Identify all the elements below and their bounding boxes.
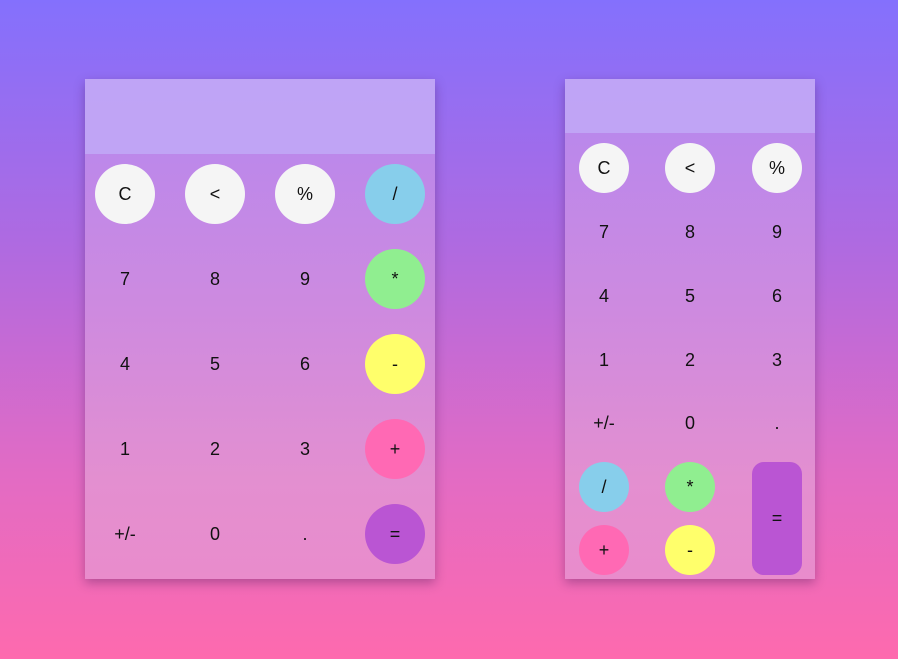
digit-7-button[interactable]: 7 <box>95 249 155 309</box>
calculator-narrow: C < % 7 8 9 4 5 6 1 2 3 +/- 0 . / * = + … <box>565 79 815 579</box>
digit-2-button[interactable]: 2 <box>185 419 245 479</box>
add-button[interactable]: + <box>579 525 629 575</box>
digit-9-button[interactable]: 9 <box>752 207 802 257</box>
digit-5-button[interactable]: 5 <box>185 334 245 394</box>
digit-8-button[interactable]: 8 <box>185 249 245 309</box>
digit-7-button[interactable]: 7 <box>579 207 629 257</box>
percent-button[interactable]: % <box>275 164 335 224</box>
digit-9-button[interactable]: 9 <box>275 249 335 309</box>
digit-0-button[interactable]: 0 <box>665 398 715 448</box>
decimal-button[interactable]: . <box>752 398 802 448</box>
digit-1-button[interactable]: 1 <box>579 335 629 385</box>
calculator-display <box>565 79 815 133</box>
digit-2-button[interactable]: 2 <box>665 335 715 385</box>
calculator-display <box>85 79 435 154</box>
digit-5-button[interactable]: 5 <box>665 271 715 321</box>
digit-3-button[interactable]: 3 <box>752 335 802 385</box>
clear-button[interactable]: C <box>95 164 155 224</box>
backspace-button[interactable]: < <box>665 143 715 193</box>
backspace-button[interactable]: < <box>185 164 245 224</box>
calculator-wide: C < % / 7 8 9 * 4 5 6 - 1 2 3 + +/- 0 . … <box>85 79 435 579</box>
equals-button[interactable]: = <box>365 504 425 564</box>
multiply-button[interactable]: * <box>665 462 715 512</box>
digit-6-button[interactable]: 6 <box>752 271 802 321</box>
digit-0-button[interactable]: 0 <box>185 504 245 564</box>
percent-button[interactable]: % <box>752 143 802 193</box>
negate-button[interactable]: +/- <box>95 504 155 564</box>
digit-1-button[interactable]: 1 <box>95 419 155 479</box>
subtract-button[interactable]: - <box>665 525 715 575</box>
divide-button[interactable]: / <box>579 462 629 512</box>
add-button[interactable]: + <box>365 419 425 479</box>
digit-8-button[interactable]: 8 <box>665 207 715 257</box>
decimal-button[interactable]: . <box>275 504 335 564</box>
clear-button[interactable]: C <box>579 143 629 193</box>
divide-button[interactable]: / <box>365 164 425 224</box>
subtract-button[interactable]: - <box>365 334 425 394</box>
negate-button[interactable]: +/- <box>579 398 629 448</box>
equals-button[interactable]: = <box>752 462 802 575</box>
digit-3-button[interactable]: 3 <box>275 419 335 479</box>
digit-4-button[interactable]: 4 <box>579 271 629 321</box>
multiply-button[interactable]: * <box>365 249 425 309</box>
digit-4-button[interactable]: 4 <box>95 334 155 394</box>
digit-6-button[interactable]: 6 <box>275 334 335 394</box>
